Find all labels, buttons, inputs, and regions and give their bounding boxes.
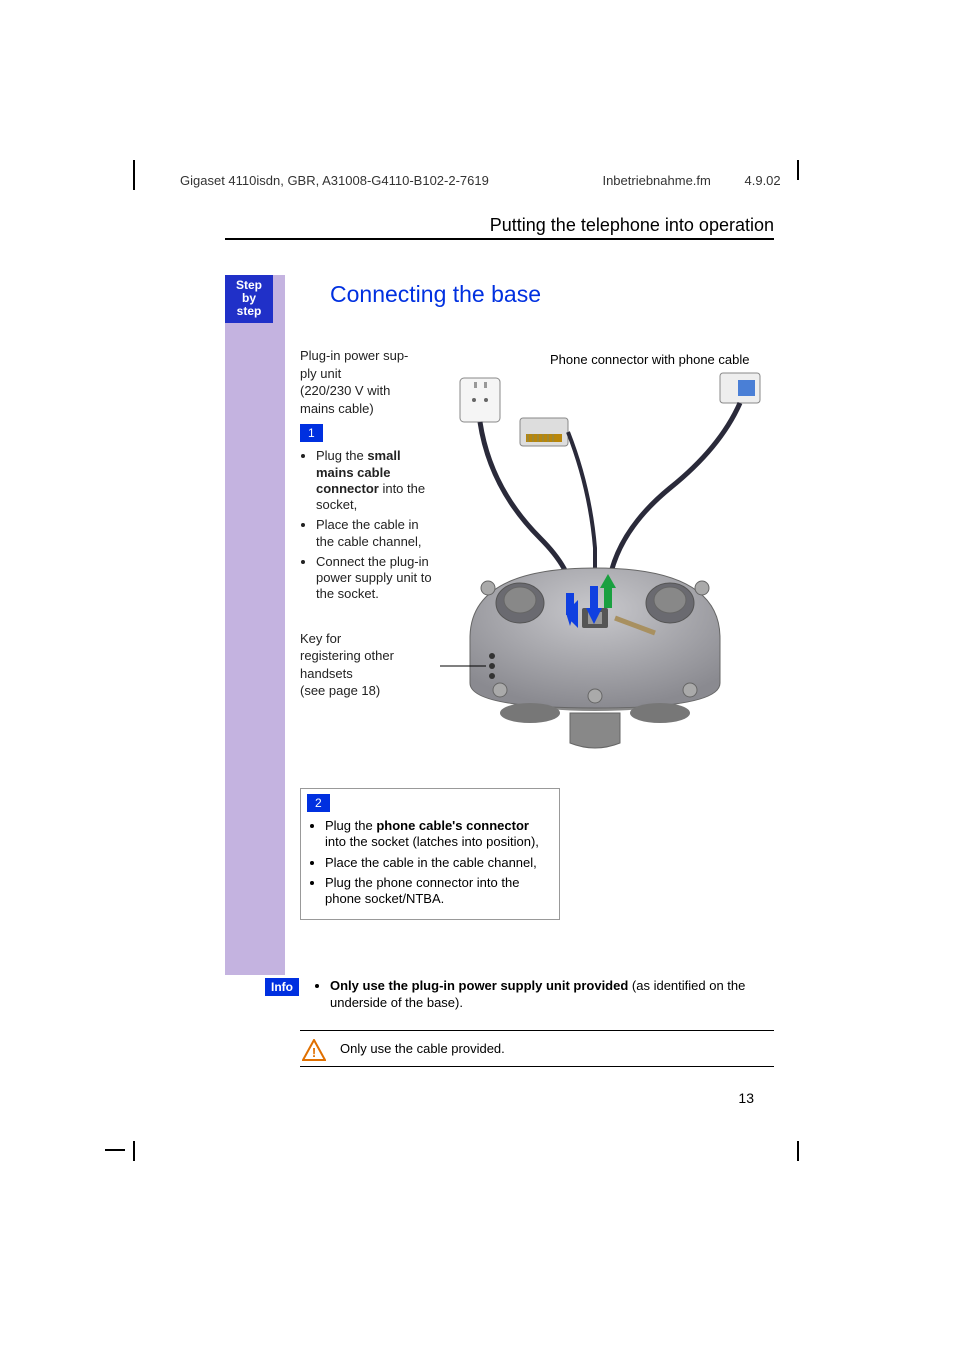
file-date: 4.9.02 bbox=[745, 173, 781, 188]
crop-mark bbox=[115, 170, 135, 190]
step1-bullet: Plug the small mains cable connector int… bbox=[316, 448, 440, 513]
step2-bullet: Plug the phone cable's connector into th… bbox=[325, 818, 551, 851]
warning-note: ! Only use the cable provided. bbox=[300, 1030, 774, 1067]
step1-bullet: Connect the plug-in power supply unit to… bbox=[316, 554, 440, 603]
base-station-illustration bbox=[440, 368, 780, 768]
rj-connector-icon bbox=[520, 418, 568, 446]
info-text: Only use the plug-in power supply unit p… bbox=[330, 978, 774, 1012]
crop-mark bbox=[779, 170, 799, 190]
warning-icon: ! bbox=[302, 1039, 326, 1061]
phone-connector-label: Phone connector with phone cable bbox=[550, 352, 749, 367]
psu-label: ply unit bbox=[300, 366, 440, 382]
wall-socket-icon bbox=[720, 373, 760, 403]
section-title: Putting the telephone into operation bbox=[225, 215, 774, 240]
step-number-1: 1 bbox=[300, 424, 323, 442]
psu-label: mains cable) bbox=[300, 401, 440, 417]
crop-mark bbox=[779, 1131, 799, 1151]
step2-box: 2 Plug the phone cable's connector into … bbox=[300, 788, 560, 920]
key-label: Key for bbox=[300, 631, 440, 647]
connection-diagram: Phone connector with phone cable Plug-in… bbox=[300, 348, 774, 938]
info-note: Info Only use the plug-in power supply u… bbox=[300, 978, 774, 1012]
warning-text: Only use the cable provided. bbox=[340, 1041, 505, 1056]
psu-label: Plug-in power sup- bbox=[300, 348, 440, 364]
step1-bullet: Place the cable in the cable channel, bbox=[316, 517, 440, 550]
step2-bullet: Place the cable in the cable channel, bbox=[325, 855, 551, 871]
page-header: Gigaset 4110isdn, GBR, A31008-G4110-B102… bbox=[180, 173, 781, 188]
step-by-step-badge: Step by step bbox=[225, 275, 273, 323]
key-label: handsets bbox=[300, 666, 440, 682]
step-sidebar bbox=[225, 275, 285, 975]
key-label: (see page 18) bbox=[300, 683, 440, 699]
phone-cable bbox=[608, 403, 740, 588]
crop-mark bbox=[115, 1131, 135, 1151]
key-label: registering other bbox=[300, 648, 440, 664]
step-number-2: 2 bbox=[307, 794, 330, 812]
doc-id: Gigaset 4110isdn, GBR, A31008-G4110-B102… bbox=[180, 173, 489, 188]
page-number: 13 bbox=[738, 1090, 754, 1106]
svg-text:!: ! bbox=[312, 1045, 316, 1060]
step2-bullet: Plug the phone connector into the phone … bbox=[325, 875, 551, 908]
power-adapter-icon bbox=[460, 378, 500, 422]
file-name: Inbetriebnahme.fm bbox=[602, 173, 710, 188]
page-heading: Connecting the base bbox=[330, 281, 774, 308]
info-badge: Info bbox=[265, 978, 299, 996]
step1-list: Plug the small mains cable connector int… bbox=[300, 448, 440, 602]
psu-label: (220/230 V with bbox=[300, 383, 440, 399]
step2-list: Plug the phone cable's connector into th… bbox=[309, 818, 551, 907]
